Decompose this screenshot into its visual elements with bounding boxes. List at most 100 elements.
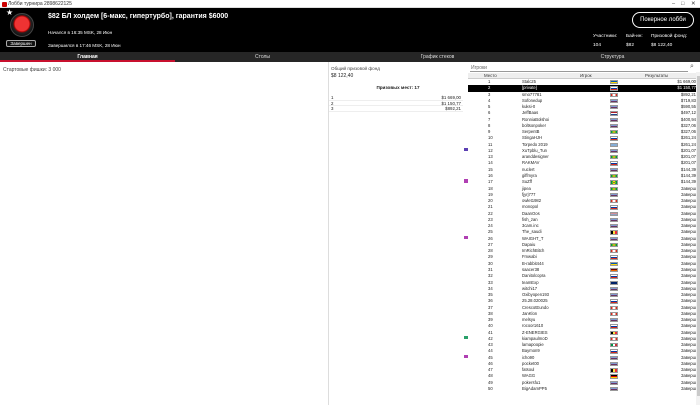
- flag-icon: [610, 155, 618, 160]
- prize-panel: Общий призовой фонд $8 122,40 Призовых м…: [328, 62, 466, 405]
- flag-icon: [610, 192, 618, 198]
- pokerstars-logo: [10, 13, 34, 37]
- minimize-icon[interactable]: –: [672, 1, 675, 7]
- close-icon[interactable]: ✕: [691, 1, 696, 7]
- flag-icon: [610, 130, 618, 135]
- prize-pool-amount: $8 122,40: [331, 73, 354, 79]
- flag-icon: [610, 148, 618, 154]
- flag-icon: [610, 111, 618, 116]
- flag-icon: [610, 330, 618, 335]
- flag-icon: [610, 105, 618, 110]
- player-marker-icon: [464, 179, 468, 183]
- flag-icon: [610, 374, 618, 379]
- flag-icon: [610, 261, 618, 266]
- players-panel: Игроки ⌕ Место Игрок Результаты 1 Stalc25…: [464, 62, 700, 405]
- player-marker-icon: [464, 335, 468, 340]
- player-marker-icon: [464, 354, 468, 359]
- starting-chips: Стартовые фишки: 3 000: [3, 67, 61, 73]
- flag-icon: [610, 92, 618, 97]
- prize-pool-label: Призовой фонд:: [651, 34, 688, 39]
- main-panel: Стартовые фишки: 3 000: [0, 62, 326, 405]
- players-scrollbar[interactable]: [696, 72, 700, 405]
- flag-icon: [610, 161, 618, 166]
- tab-structure[interactable]: Структура: [525, 52, 700, 62]
- paid-places: Призовых мест: 17: [376, 85, 420, 90]
- prize-pool-value: $8 122,40: [651, 43, 673, 48]
- search-icon[interactable]: ⌕: [690, 63, 694, 71]
- flag-icon: [610, 86, 618, 91]
- flag-icon: [610, 349, 618, 354]
- flag-icon: [610, 324, 618, 329]
- flag-icon: [610, 186, 618, 191]
- flag-icon: [610, 199, 618, 204]
- flag-icon: [610, 98, 618, 104]
- buyin-label: Бай-ин:: [626, 34, 643, 39]
- window-title: Лобби турнира 2898622125: [8, 1, 72, 7]
- tab-bar: Главная Столы График стеков Структура: [0, 52, 700, 62]
- flag-icon: [610, 274, 618, 279]
- flag-icon: [610, 299, 618, 304]
- app-icon: [2, 1, 7, 7]
- flag-icon: [610, 387, 618, 392]
- flag-icon: [610, 336, 618, 342]
- tournament-title: $82 БЛ холдем [6-макс, гипертурбо], гара…: [48, 13, 229, 20]
- flag-icon: [610, 280, 618, 285]
- flag-icon: [610, 305, 618, 310]
- flag-icon: [610, 343, 618, 348]
- flag-icon: [610, 211, 618, 216]
- prize-amount: $892,21: [445, 106, 461, 111]
- prize-list: 1 $1 669,00 2 $1 150,77 3 $892,21: [329, 95, 463, 112]
- flag-icon: [610, 293, 618, 298]
- flag-icon: [610, 249, 618, 254]
- scrollbar-thumb[interactable]: [696, 76, 700, 396]
- flag-icon: [610, 286, 618, 292]
- star-icon: ★: [6, 8, 14, 17]
- flag-icon: [610, 173, 618, 179]
- flag-icon: [610, 142, 618, 147]
- player-marker-icon: [464, 235, 468, 240]
- flag-icon: [610, 242, 618, 248]
- flag-icon: [610, 255, 618, 260]
- poker-lobby-button[interactable]: Покерное лобби: [632, 12, 694, 28]
- players-table: 1 Stalc25 $1 669,00 2 [private] $1 150,77 3 smo…: [464, 79, 700, 392]
- tab-stack-chart[interactable]: График стеков: [350, 52, 525, 62]
- flag-icon: [610, 80, 618, 85]
- tab-main[interactable]: Главная: [0, 52, 175, 62]
- flag-icon: [610, 361, 618, 367]
- flag-icon: [610, 136, 618, 141]
- flag-icon: [610, 368, 618, 373]
- flag-icon: [610, 267, 618, 273]
- tournament-logo: ★ Завершен: [6, 8, 36, 50]
- player-name: BigAdamPP5: [522, 386, 547, 392]
- tournament-header: ★ Завершен $82 БЛ холдем [6-макс, гиперт…: [0, 8, 700, 52]
- table-row[interactable]: 50 BigAdamPP5 Заверш: [468, 386, 700, 392]
- players-search-input[interactable]: Игроки: [470, 64, 688, 72]
- flag-icon: [610, 217, 618, 223]
- flag-icon: [610, 380, 618, 386]
- flag-icon: [610, 167, 618, 173]
- players-count-value: 104: [593, 43, 602, 48]
- flag-icon: [610, 180, 618, 185]
- tab-tables[interactable]: Столы: [175, 52, 350, 62]
- player-marker-icon: [464, 147, 468, 152]
- players-count-label: Участники:: [593, 34, 618, 39]
- flag-icon: [610, 123, 618, 129]
- start-time: Начался в 16:35 MSK, 28 Июн: [48, 30, 113, 35]
- status-badge: Завершен: [6, 40, 36, 47]
- flag-icon: [610, 224, 618, 229]
- prize-pool-title: Общий призовой фонд: [331, 66, 380, 71]
- end-time: Завершился в 17:46 MSK, 28 Июн: [48, 43, 121, 48]
- flag-icon: [610, 117, 618, 122]
- prize-row: 3 $892,21: [329, 106, 463, 112]
- player-place: 50: [488, 386, 493, 392]
- prize-place: 3: [331, 106, 334, 111]
- flag-icon: [610, 230, 618, 235]
- window-titlebar: Лобби турнира 2898622125 – □ ✕: [0, 0, 700, 8]
- flag-icon: [610, 318, 618, 323]
- maximize-icon[interactable]: □: [681, 1, 684, 7]
- player-result: Заверш: [680, 386, 696, 392]
- flag-icon: [610, 355, 618, 360]
- flag-icon: [610, 205, 618, 210]
- flag-icon: [610, 236, 618, 241]
- flag-icon: [610, 311, 618, 317]
